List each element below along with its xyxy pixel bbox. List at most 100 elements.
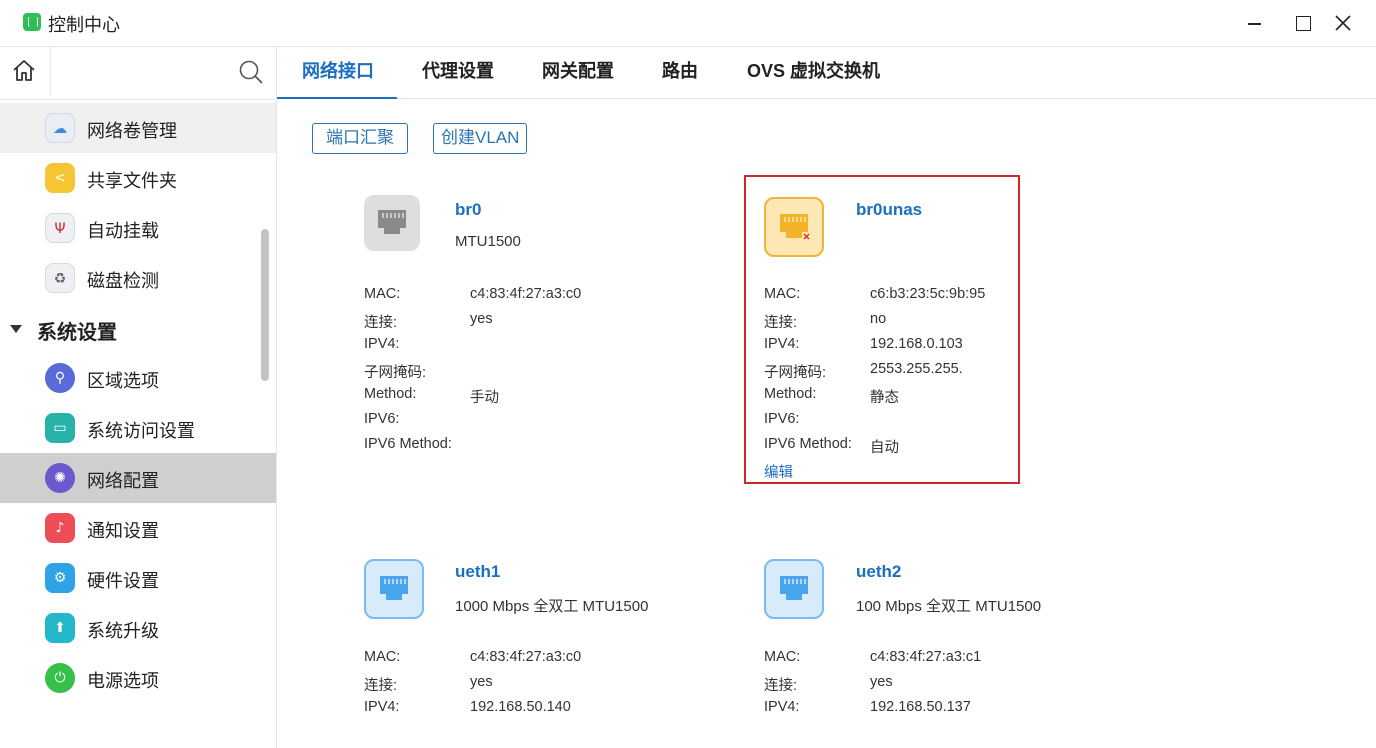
network-icon: ✺	[45, 463, 75, 493]
interface-summary: 100 Mbps 全双工 MTU1500	[856, 598, 1042, 615]
method-value: 静态	[870, 390, 899, 406]
ipv6-label: IPV6:	[764, 411, 800, 427]
control-center-window: 控制中心 ☁ 网络卷管理 < 共享文件夹 Ψ 自动挂载 ♻ 磁盘检测 系统设置 …	[0, 0, 1376, 748]
mac-label: MAC:	[764, 649, 801, 665]
minimize-button[interactable]	[1238, 8, 1270, 38]
location-icon: ⚲	[45, 363, 75, 393]
window-title: 控制中心	[48, 15, 120, 35]
access-icon: ▭	[45, 413, 75, 443]
connected-value: yes	[470, 674, 493, 690]
mac-value: c6:b3:23:5c:9b:95	[870, 286, 986, 302]
ipv4-value: 192.168.50.137	[870, 699, 971, 715]
netmask-label: 子网掩码:	[764, 365, 827, 381]
mac-label: MAC:	[364, 649, 401, 665]
tab-proxy[interactable]: 代理设置	[422, 47, 494, 98]
ethernet-port-icon	[764, 559, 824, 619]
close-button[interactable]	[1327, 8, 1359, 38]
interface-card-br0unas: br0unas MAC: c6:b3:23:5c:9b:95 连接: no IP…	[764, 195, 1044, 505]
ipv6-method-label: IPV6 Method:	[764, 436, 852, 452]
app-icon	[23, 13, 41, 31]
bell-icon: ♪	[45, 513, 75, 543]
home-icon	[13, 60, 35, 81]
sidebar-item-label: 自动挂载	[87, 221, 159, 241]
search-button[interactable]	[236, 57, 266, 87]
sidebar-item-hardware[interactable]: ⚙ 硬件设置	[0, 553, 276, 603]
interface-summary: MTU1500	[455, 233, 521, 250]
method-label: Method:	[364, 386, 417, 402]
sidebar-group-label: 系统设置	[37, 322, 117, 344]
connected-label: 连接:	[364, 315, 398, 331]
caret-down-icon	[10, 325, 22, 333]
content-bottom-edge	[277, 739, 1376, 748]
sidebar-item-label: 电源选项	[87, 671, 159, 691]
sidebar-item-label: 共享文件夹	[87, 171, 177, 191]
disk-check-icon: ♻	[45, 263, 75, 293]
netmask-label: 子网掩码:	[364, 365, 427, 381]
mac-label: MAC:	[764, 286, 801, 302]
connected-value: no	[870, 311, 887, 327]
netmask-value: 2553.255.255.	[870, 361, 963, 377]
tab-ovs[interactable]: OVS 虚拟交换机	[747, 47, 880, 98]
sidebar-toolbar	[0, 47, 276, 100]
sidebar-item-system-access[interactable]: ▭ 系统访问设置	[0, 403, 276, 453]
sidebar-item-upgrade[interactable]: ⬆ 系统升级	[0, 603, 276, 653]
edit-link[interactable]: 编辑	[764, 461, 793, 482]
sidebar-item-label: 网络卷管理	[87, 121, 177, 141]
title-bar: 控制中心	[0, 0, 1376, 47]
sidebar-scrollbar[interactable]	[261, 229, 269, 381]
ipv6-method-label: IPV6 Method:	[364, 436, 452, 452]
method-value: 手动	[470, 390, 499, 406]
hardware-icon: ⚙	[45, 563, 75, 593]
search-icon	[239, 60, 263, 84]
bond-button[interactable]: 端口汇聚	[312, 123, 408, 154]
share-folder-icon: <	[45, 163, 75, 193]
sidebar-item-label: 硬件设置	[87, 571, 159, 591]
sidebar-item-label: 区域选项	[87, 371, 159, 391]
sidebar-item-power[interactable]: ⏻ 电源选项	[0, 653, 276, 703]
close-icon	[1335, 15, 1351, 31]
ipv4-label: IPV4:	[764, 336, 800, 352]
tab-route[interactable]: 路由	[662, 47, 698, 98]
ipv4-value: 192.168.0.103	[870, 336, 963, 352]
sidebar-item-notifications[interactable]: ♪ 通知设置	[0, 503, 276, 553]
power-icon: ⏻	[45, 663, 75, 693]
sidebar: ☁ 网络卷管理 < 共享文件夹 Ψ 自动挂载 ♻ 磁盘检测 系统设置 ⚲ 区域选…	[0, 47, 277, 748]
ethernet-port-disconnected-icon	[764, 197, 824, 257]
ipv6-method-value: 自动	[870, 440, 899, 456]
interface-name[interactable]: ueth1	[455, 562, 500, 582]
sidebar-item-label: 系统升级	[87, 621, 159, 641]
mac-label: MAC:	[364, 286, 401, 302]
sidebar-item-network-config[interactable]: ✺ 网络配置	[0, 453, 276, 503]
sidebar-item-disk-check[interactable]: ♻ 磁盘检测	[0, 253, 276, 303]
connected-label: 连接:	[764, 678, 798, 694]
sidebar-item-label: 通知设置	[87, 521, 159, 541]
ipv6-label: IPV6:	[364, 411, 400, 427]
connected-value: yes	[470, 311, 493, 327]
home-button[interactable]	[0, 47, 51, 97]
ethernet-port-icon	[364, 195, 420, 251]
create-vlan-button[interactable]: 创建VLAN	[433, 123, 528, 154]
interface-summary: 1000 Mbps 全双工 MTU1500	[455, 598, 649, 615]
sidebar-item-network-volume[interactable]: ☁ 网络卷管理	[0, 103, 276, 153]
method-label: Method:	[764, 386, 817, 402]
connected-value: yes	[870, 674, 893, 690]
interface-name[interactable]: ueth2	[856, 562, 901, 582]
sidebar-item-shared-folder[interactable]: < 共享文件夹	[0, 153, 276, 203]
sidebar-item-label: 磁盘检测	[87, 271, 159, 291]
sidebar-group-system-settings[interactable]: 系统设置	[0, 304, 276, 354]
interface-name[interactable]: br0unas	[856, 200, 922, 220]
sidebar-item-label: 网络配置	[87, 471, 159, 491]
interface-name[interactable]: br0	[455, 200, 481, 220]
usb-mount-icon: Ψ	[45, 213, 75, 243]
tab-gateway[interactable]: 网关配置	[542, 47, 614, 98]
tab-bar: 网络接口 代理设置 网关配置 路由 OVS 虚拟交换机	[277, 47, 1376, 99]
mac-value: c4:83:4f:27:a3:c0	[470, 649, 582, 665]
tab-network-interface[interactable]: 网络接口	[302, 47, 374, 98]
ipv4-label: IPV4:	[364, 336, 400, 352]
maximize-button[interactable]	[1287, 8, 1319, 38]
sidebar-item-label: 系统访问设置	[87, 421, 195, 441]
ethernet-port-icon	[364, 559, 424, 619]
connected-label: 连接:	[364, 678, 398, 694]
sidebar-item-auto-mount[interactable]: Ψ 自动挂载	[0, 203, 276, 253]
sidebar-item-region[interactable]: ⚲ 区域选项	[0, 353, 276, 403]
